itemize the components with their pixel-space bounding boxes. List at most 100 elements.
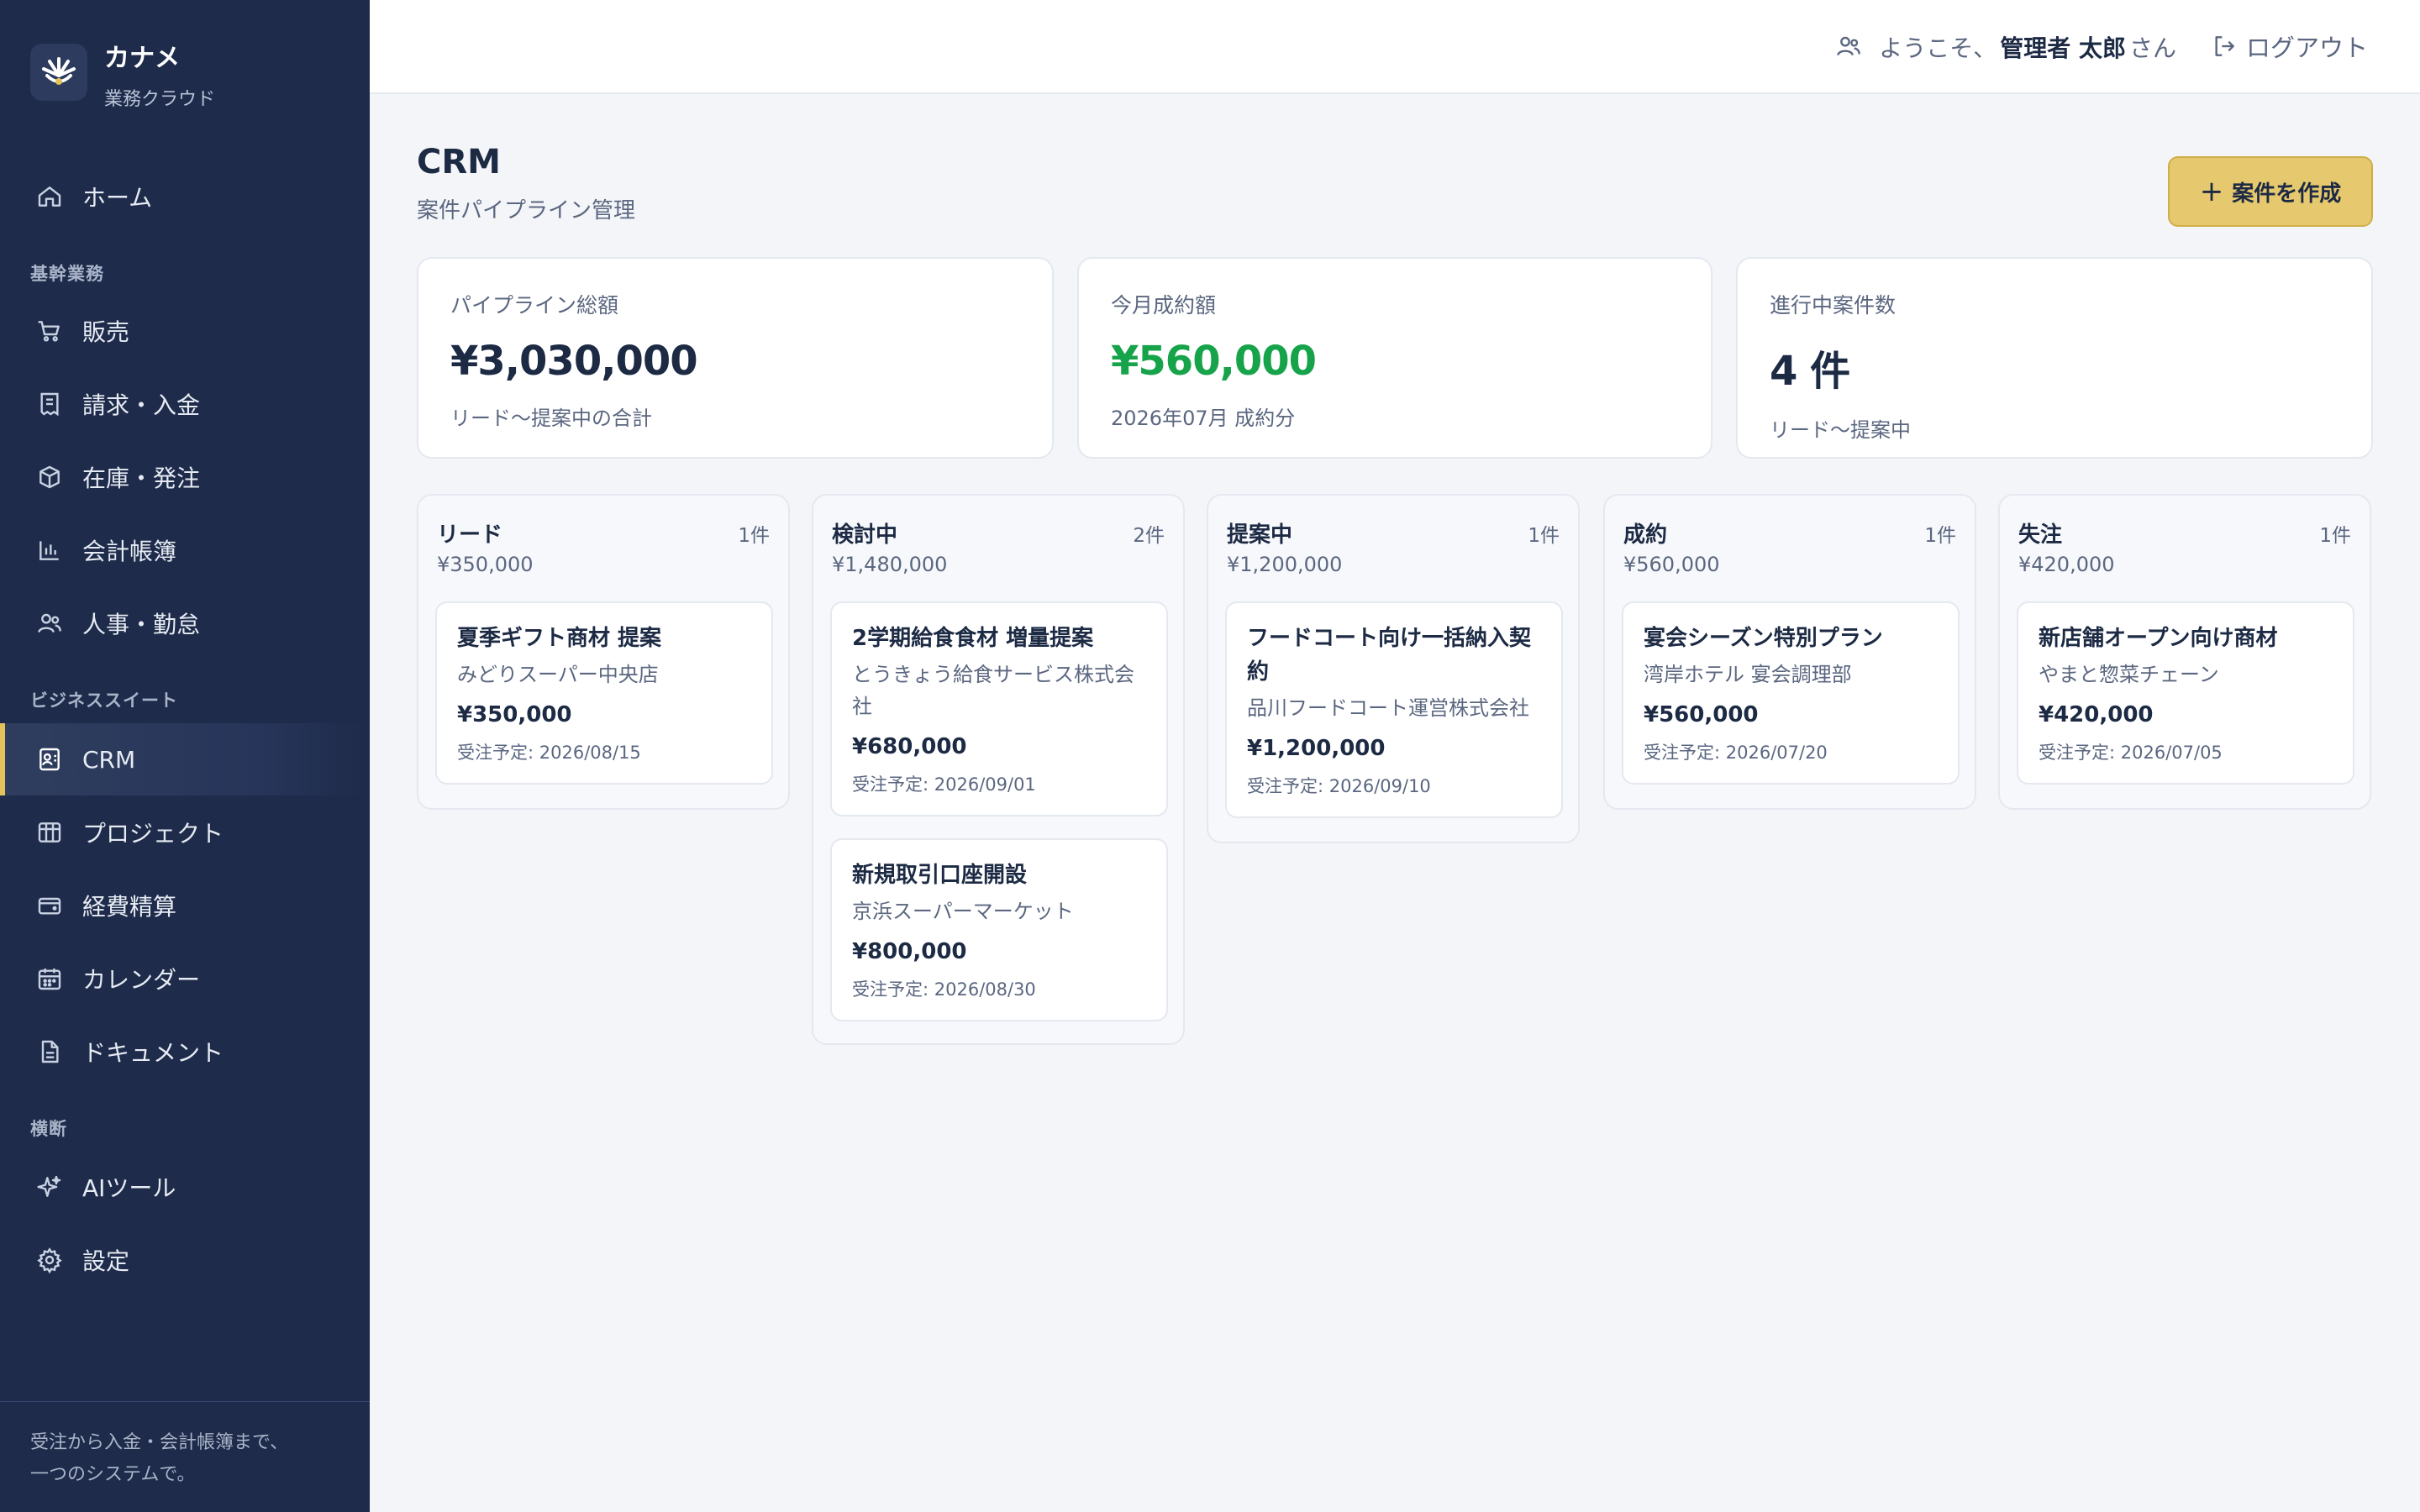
- page-title: CRM: [417, 143, 501, 181]
- users-icon: [35, 609, 64, 638]
- sidebar-item-crm[interactable]: CRM: [0, 723, 370, 795]
- column-total: ¥420,000: [2018, 553, 2115, 576]
- deal-company: みどりスーパー中央店: [457, 663, 659, 686]
- sidebar-footer-line: 一つのシステムで。: [30, 1464, 196, 1485]
- plus-icon: +: [2199, 175, 2224, 208]
- pipeline-column-considering: 検討中 2件 ¥1,480,000 2学期給食食材 増量提案 とうきょう給食サー…: [812, 494, 1185, 1045]
- deal-card[interactable]: 新店舗オープン向け商材 やまと惣菜チェーン ¥420,000 受注予定: 202…: [2017, 601, 2354, 785]
- sidebar-item-label: AIツール: [82, 1174, 176, 1202]
- deal-date: 受注予定: 2026/07/20: [1644, 743, 1828, 763]
- sidebar-item-label: 会計帳簿: [82, 538, 177, 565]
- sidebar-item-calendar[interactable]: カレンダー: [0, 942, 370, 1015]
- deal-card[interactable]: 宴会シーズン特別プラン 湾岸ホテル 宴会調理部 ¥560,000 受注予定: 2…: [1622, 601, 1960, 785]
- kanban-icon: [35, 818, 64, 847]
- sidebar-item-label: 設定: [82, 1247, 130, 1275]
- sidebar-item-accounting[interactable]: 会計帳簿: [0, 514, 370, 586]
- sidebar-item-label: 請求・入金: [82, 391, 201, 419]
- deal-card[interactable]: 新規取引口座開設 京浜スーパーマーケット ¥800,000 受注予定: 2026…: [830, 838, 1168, 1021]
- deal-company: 湾岸ホテル 宴会調理部: [1644, 663, 1852, 686]
- sidebar-item-documents[interactable]: ドキュメント: [0, 1016, 370, 1088]
- gear-icon: [35, 1246, 64, 1274]
- deal-card[interactable]: 夏季ギフト商材 提案 みどりスーパー中央店 ¥350,000 受注予定: 202…: [435, 601, 773, 785]
- sidebar-item-sales[interactable]: 販売: [0, 295, 370, 367]
- logout-icon: [2211, 33, 2238, 60]
- sidebar-item-projects[interactable]: プロジェクト: [0, 796, 370, 869]
- deal-company: 京浜スーパーマーケット: [852, 900, 1074, 923]
- pipeline-column-lost: 失注 1件 ¥420,000 新店舗オープン向け商材 やまと惣菜チェーン ¥42…: [1998, 494, 2371, 810]
- stat-label: パイプライン総額: [450, 293, 619, 318]
- column-total: ¥1,200,000: [1227, 553, 1343, 576]
- stat-note: リード〜提案中の合計: [450, 407, 652, 430]
- stat-note: 2026年07月 成約分: [1111, 407, 1296, 430]
- nav-section-suite: ビジネススイート: [30, 690, 178, 711]
- sidebar-item-settings[interactable]: 設定: [0, 1224, 370, 1296]
- sidebar-item-expenses[interactable]: 経費精算: [0, 869, 370, 942]
- deal-amount: ¥680,000: [852, 734, 967, 759]
- deal-title: 夏季ギフト商材 提案: [457, 626, 662, 651]
- create-deal-label: 案件を作成: [2232, 181, 2342, 207]
- sidebar: カナメ 業務クラウド ホーム 基幹業務 販売 請求・入金 在庫・発注 会計帳簿: [0, 0, 370, 1512]
- column-count: 1件: [2319, 525, 2351, 547]
- deal-date: 受注予定: 2026/08/30: [852, 979, 1036, 1000]
- user-name: 管理者 太郎: [2000, 34, 2126, 62]
- brand-subtitle: 業務クラウド: [104, 89, 216, 110]
- deal-date: 受注予定: 2026/08/15: [457, 743, 641, 763]
- column-count: 1件: [1924, 525, 1956, 547]
- deal-title: 宴会シーズン特別プラン: [1644, 626, 1883, 651]
- deal-amount: ¥350,000: [457, 702, 572, 727]
- pipeline-column-proposal: 提案中 1件 ¥1,200,000 フードコート向け一括納入契約 品川フードコー…: [1207, 494, 1580, 843]
- sidebar-footer: 受注から入金・会計帳簿まで、 一つのシステムで。: [0, 1401, 370, 1512]
- sparkle-icon: [35, 1173, 64, 1201]
- receipt-icon: [35, 390, 64, 418]
- column-count: 1件: [738, 525, 770, 547]
- column-title: 提案中: [1227, 522, 1293, 548]
- brand-logo-icon: [30, 44, 87, 101]
- stat-note: リード〜提案中: [1770, 418, 1911, 442]
- nav-section-core: 基幹業務: [30, 264, 104, 284]
- sidebar-item-label: ホーム: [82, 184, 153, 212]
- column-count: 1件: [1528, 525, 1560, 547]
- column-title: 成約: [1623, 522, 1668, 548]
- deal-company: とうきょう給食サービス株式会社: [852, 663, 1134, 718]
- logout-button[interactable]: ログアウト: [2211, 29, 2368, 64]
- deal-date: 受注予定: 2026/09/01: [852, 774, 1036, 795]
- welcome-suffix: さん: [2128, 34, 2176, 62]
- deal-card[interactable]: 2学期給食食材 増量提案 とうきょう給食サービス株式会社 ¥680,000 受注…: [830, 601, 1168, 816]
- deal-title: 新規取引口座開設: [852, 863, 1028, 888]
- stat-value: ¥560,000: [1111, 338, 1317, 385]
- topbar: ようこそ、 管理者 太郎 さん ログアウト: [370, 0, 2420, 94]
- column-total: ¥350,000: [437, 553, 534, 576]
- column-title: リード: [437, 522, 503, 548]
- deal-amount: ¥560,000: [1644, 702, 1759, 727]
- deal-card[interactable]: フードコート向け一括納入契約 品川フードコート運営株式会社 ¥1,200,000…: [1225, 601, 1563, 818]
- column-total: ¥1,480,000: [832, 553, 948, 576]
- users-icon: [1835, 33, 1864, 61]
- sidebar-item-inventory[interactable]: 在庫・発注: [0, 441, 370, 513]
- calendar-icon: [35, 964, 64, 993]
- stat-value: 4 件: [1770, 348, 1850, 395]
- stat-label: 今月成約額: [1111, 293, 1217, 318]
- sidebar-item-label: 在庫・発注: [82, 465, 201, 492]
- sidebar-item-billing[interactable]: 請求・入金: [0, 368, 370, 440]
- document-icon: [35, 1037, 64, 1066]
- stat-card-monthly-won: 今月成約額 ¥560,000 2026年07月 成約分: [1077, 257, 1712, 459]
- sidebar-item-home[interactable]: ホーム: [0, 160, 370, 233]
- sidebar-item-label: CRM: [82, 745, 136, 774]
- sidebar-footer-line: 受注から入金・会計帳簿まで、: [30, 1432, 289, 1453]
- wallet-icon: [35, 891, 64, 920]
- column-total: ¥560,000: [1623, 553, 1720, 576]
- sidebar-item-hr[interactable]: 人事・勤怠: [0, 587, 370, 659]
- stat-label: 進行中案件数: [1770, 293, 1897, 318]
- deal-title: フードコート向け一括納入契約: [1247, 626, 1532, 685]
- welcome-message: ようこそ、 管理者 太郎 さん: [1835, 30, 2176, 64]
- stat-value: ¥3,030,000: [450, 338, 698, 385]
- deal-company: 品川フードコート運営株式会社: [1247, 696, 1529, 720]
- sidebar-item-label: 人事・勤怠: [82, 611, 201, 638]
- sidebar-item-label: ドキュメント: [82, 1039, 224, 1067]
- sidebar-item-ai-tools[interactable]: AIツール: [0, 1151, 370, 1223]
- stat-card-active-deals: 進行中案件数 4 件 リード〜提案中: [1736, 257, 2373, 459]
- logout-label: ログアウト: [2245, 34, 2368, 62]
- column-title: 検討中: [832, 522, 898, 548]
- deal-title: 2学期給食食材 増量提案: [852, 626, 1094, 651]
- create-deal-button[interactable]: + 案件を作成: [2168, 156, 2373, 227]
